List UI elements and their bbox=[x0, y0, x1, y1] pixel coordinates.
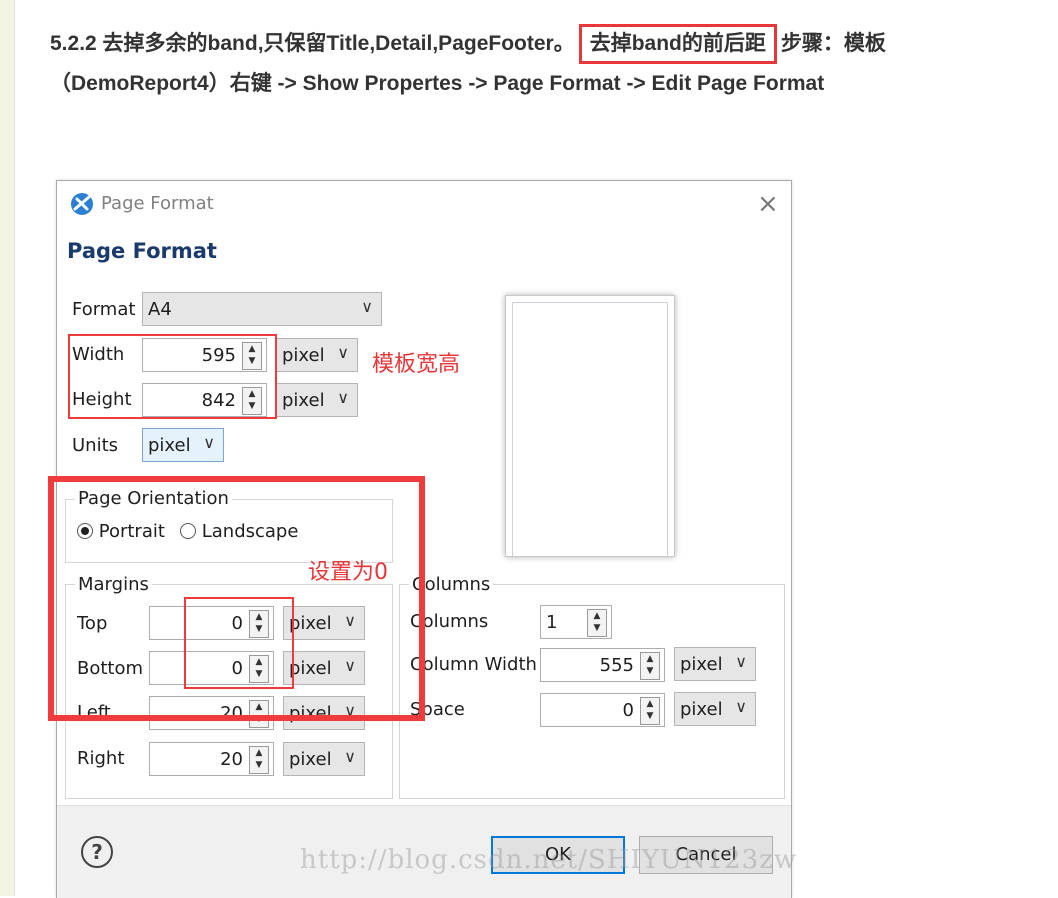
margin-right-spinner[interactable]: 20 ▲ ▼ bbox=[149, 742, 274, 776]
height-unit-value: pixel bbox=[282, 390, 325, 411]
chevron-down-icon: ∨ bbox=[337, 388, 349, 407]
chevron-down-icon: ∨ bbox=[361, 297, 373, 316]
column-width-unit-value: pixel bbox=[680, 654, 723, 675]
margin-right-value: 20 bbox=[220, 749, 243, 770]
size-annotation-box bbox=[68, 334, 277, 419]
app-icon bbox=[71, 193, 93, 215]
margin-value-annotation-box bbox=[184, 597, 294, 689]
page-preview bbox=[505, 295, 675, 557]
space-unit-combo[interactable]: pixel ∨ bbox=[674, 692, 756, 726]
units-label: Units bbox=[72, 435, 119, 456]
column-width-value: 555 bbox=[599, 655, 634, 676]
chevron-down-icon: ∨ bbox=[735, 697, 747, 716]
format-combo[interactable]: A4 ∨ bbox=[142, 292, 382, 326]
spinner-arrows-icon[interactable]: ▲ ▼ bbox=[640, 697, 660, 725]
chevron-down-icon: ∨ bbox=[735, 652, 747, 671]
column-width-spinner[interactable]: 555 ▲ ▼ bbox=[540, 648, 665, 682]
margin-right-unit-value: pixel bbox=[289, 749, 332, 770]
height-unit-combo[interactable]: pixel ∨ bbox=[276, 383, 358, 417]
watermark: http://blog.csdn.net/SHIYUN123zw bbox=[300, 845, 798, 875]
article-part1: 5.2.2 去掉多余的band,只保留Title,Detail,PageFoot… bbox=[50, 32, 575, 55]
spinner-arrows-icon[interactable]: ▲ ▼ bbox=[587, 609, 607, 637]
space-value: 0 bbox=[622, 700, 634, 721]
highlighted-phrase: 去掉band的前后距 bbox=[578, 24, 777, 64]
help-icon[interactable]: ? bbox=[81, 836, 113, 868]
spinner-arrows-icon[interactable]: ▲ ▼ bbox=[640, 652, 660, 680]
width-unit-value: pixel bbox=[282, 345, 325, 366]
columns-value: 1 bbox=[546, 612, 558, 633]
format-value: A4 bbox=[148, 299, 172, 320]
units-combo[interactable]: pixel ∨ bbox=[142, 428, 224, 462]
chevron-down-icon: ∨ bbox=[337, 343, 349, 362]
article-text: 5.2.2 去掉多余的band,只保留Title,Detail,PageFoot… bbox=[50, 24, 1040, 104]
dialog-heading: Page Format bbox=[67, 239, 217, 263]
page-left-margin bbox=[0, 0, 15, 896]
spinner-arrows-icon[interactable]: ▲ ▼ bbox=[249, 746, 269, 774]
space-spinner[interactable]: 0 ▲ ▼ bbox=[540, 693, 665, 727]
margin-right-label: Right bbox=[77, 748, 125, 769]
width-unit-combo[interactable]: pixel ∨ bbox=[276, 338, 358, 372]
size-annotation-text: 模板宽高 bbox=[372, 352, 461, 377]
units-value: pixel bbox=[148, 435, 191, 456]
format-label: Format bbox=[72, 299, 136, 320]
column-width-unit-combo[interactable]: pixel ∨ bbox=[674, 647, 756, 681]
window-title: Page Format bbox=[101, 193, 214, 214]
close-icon[interactable]: × bbox=[757, 191, 779, 217]
chevron-down-icon: ∨ bbox=[203, 433, 215, 452]
columns-spinner[interactable]: 1 ▲ ▼ bbox=[540, 605, 612, 639]
margin-right-unit-combo[interactable]: pixel ∨ bbox=[283, 742, 365, 776]
chevron-down-icon: ∨ bbox=[344, 747, 356, 766]
margin-annotation-text: 设置为0 bbox=[308, 560, 388, 585]
space-unit-value: pixel bbox=[680, 699, 723, 720]
column-width-label: Column Width bbox=[410, 654, 537, 675]
